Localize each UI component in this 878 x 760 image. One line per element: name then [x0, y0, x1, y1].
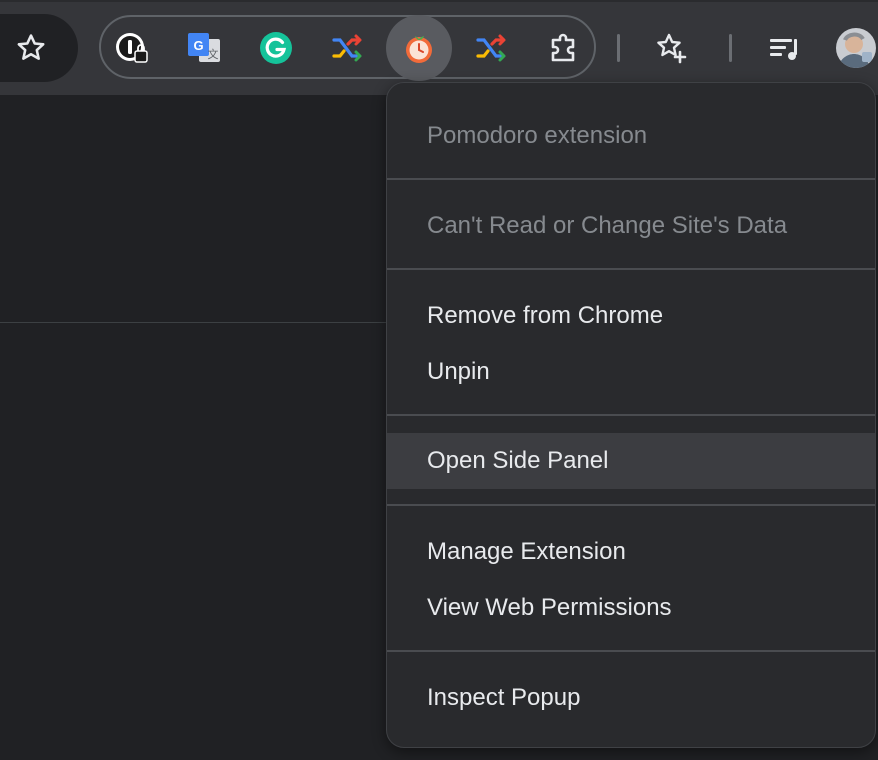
menu-item-view-web-permissions[interactable]: View Web Permissions	[387, 580, 875, 636]
menu-item-extension-title: Pomodoro extension	[427, 122, 648, 149]
menu-item-open-side-panel[interactable]: Open Side Panel	[387, 433, 875, 489]
pomodoro-icon	[406, 36, 432, 63]
extension-button-shuffle[interactable]	[315, 15, 381, 81]
shuffle-icon	[332, 34, 362, 62]
svg-text:G: G	[193, 38, 203, 53]
extension-button-grammarly[interactable]	[243, 15, 309, 81]
extensions-menu-button[interactable]	[531, 15, 597, 81]
grammarly-icon	[260, 32, 292, 64]
svg-text:文: 文	[208, 47, 219, 61]
menu-separator	[387, 414, 875, 416]
1password-icon	[116, 33, 148, 63]
menu-item-site-access: Can't Read or Change Site's Data	[427, 212, 788, 239]
menu-item-unpin[interactable]: Unpin	[387, 344, 875, 400]
menu-separator	[387, 268, 875, 270]
media-playlist-icon	[770, 39, 797, 60]
toolbar-separator	[729, 34, 732, 62]
menu-item-manage-extension[interactable]: Manage Extension	[387, 524, 875, 580]
toolbar-separator	[617, 34, 620, 62]
browser-toolbar: G 文	[0, 0, 878, 95]
extension-button-1password[interactable]	[99, 15, 165, 81]
menu-separator	[387, 650, 875, 652]
toolbar-top-edge	[0, 0, 878, 2]
extension-button-pomodoro[interactable]	[386, 15, 452, 81]
menu-item-inspect-popup[interactable]: Inspect Popup	[387, 670, 875, 726]
menu-separator	[387, 178, 875, 180]
google-translate-icon: G 文	[188, 33, 220, 62]
media-controls-button[interactable]	[751, 15, 817, 81]
puzzle-extensions-icon	[551, 33, 575, 62]
menu-item-remove-from-chrome[interactable]: Remove from Chrome	[387, 288, 875, 344]
menu-separator	[387, 504, 875, 506]
star-plus-icon	[657, 33, 687, 64]
extension-button-shuffle-2[interactable]	[459, 15, 525, 81]
shuffle-icon	[476, 34, 506, 62]
reading-list-button[interactable]	[638, 15, 704, 81]
star-outline-icon[interactable]	[14, 31, 48, 65]
extension-context-menu: Pomodoro extension Can't Read or Change …	[386, 82, 876, 748]
extension-button-google-translate[interactable]: G 文	[171, 15, 237, 81]
profile-avatar[interactable]	[836, 28, 876, 68]
page-divider	[0, 322, 386, 323]
